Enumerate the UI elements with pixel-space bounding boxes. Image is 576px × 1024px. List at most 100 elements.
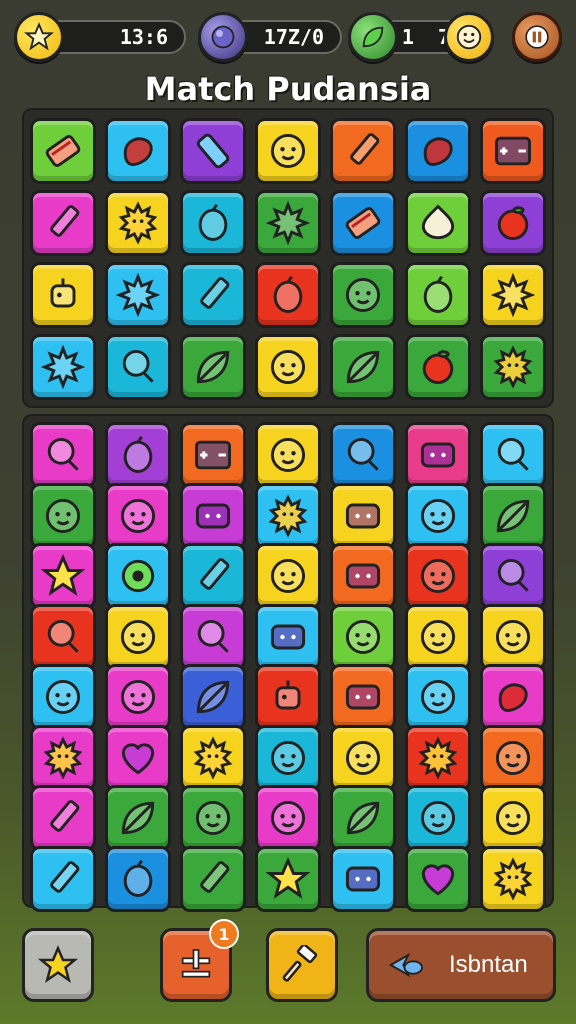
- face-icon: [270, 437, 306, 473]
- tile-face[interactable]: [255, 543, 321, 609]
- tile-face[interactable]: [330, 262, 396, 328]
- tile-face[interactable]: [480, 785, 546, 851]
- tile-box[interactable]: [405, 422, 471, 488]
- tile-face[interactable]: [255, 118, 321, 184]
- tile-leaf[interactable]: [180, 334, 246, 400]
- tile-blob[interactable]: [105, 118, 171, 184]
- tile-face[interactable]: [180, 785, 246, 851]
- tile-lolly[interactable]: [30, 603, 96, 670]
- tile-pencil[interactable]: [30, 190, 96, 256]
- tile-pencil[interactable]: [330, 118, 396, 184]
- tile-pencil[interactable]: [180, 543, 246, 609]
- tile-box[interactable]: [255, 603, 321, 670]
- tile-bacon[interactable]: [330, 190, 396, 256]
- tile-berry[interactable]: [105, 845, 171, 912]
- tile-pencil[interactable]: [30, 785, 96, 851]
- tile-blob[interactable]: [405, 118, 471, 184]
- shuffle-booster-button[interactable]: 1: [160, 919, 239, 1002]
- pencil-icon: [200, 277, 230, 309]
- tile-face[interactable]: [405, 603, 471, 670]
- tile-box[interactable]: [330, 543, 396, 609]
- tile-sun[interactable]: [30, 724, 96, 791]
- tile-lolly[interactable]: [180, 603, 246, 670]
- tile-face[interactable]: [105, 664, 171, 730]
- face-icon: [420, 800, 456, 836]
- tile-face[interactable]: [330, 603, 396, 670]
- tile-lolly[interactable]: [105, 334, 171, 400]
- face-icon: [420, 498, 456, 533]
- tile-face[interactable]: [255, 422, 321, 488]
- tile-lolly[interactable]: [30, 422, 96, 488]
- sun-icon: [43, 735, 83, 780]
- garlic-icon: [421, 204, 455, 240]
- tile-lolly[interactable]: [480, 422, 546, 488]
- tile-splat[interactable]: [30, 334, 96, 400]
- action-button[interactable]: Isbntan: [366, 928, 556, 1002]
- tile-splat[interactable]: [480, 262, 546, 328]
- tile-star[interactable]: [30, 543, 96, 609]
- tile-box[interactable]: [330, 664, 396, 730]
- tile-sun[interactable]: [405, 724, 471, 791]
- console-icon: [195, 440, 231, 470]
- tile-face[interactable]: [105, 482, 171, 549]
- tile-heart[interactable]: [105, 724, 171, 791]
- tile-berry[interactable]: [105, 422, 171, 488]
- tile-lolly[interactable]: [330, 422, 396, 488]
- tile-face[interactable]: [255, 785, 321, 851]
- tile-face[interactable]: [255, 334, 321, 400]
- tile-lolly[interactable]: [480, 543, 546, 609]
- tile-leaf[interactable]: [180, 664, 246, 730]
- tile-eye[interactable]: [105, 543, 171, 609]
- face-icon: [270, 133, 306, 169]
- tile-heart[interactable]: [405, 845, 471, 912]
- pause-button[interactable]: [512, 12, 562, 62]
- tile-face[interactable]: [30, 664, 96, 730]
- tile-leaf[interactable]: [480, 482, 546, 549]
- tile-blob[interactable]: [480, 664, 546, 730]
- tile-face[interactable]: [405, 664, 471, 730]
- tile-berry[interactable]: [180, 190, 246, 256]
- tile-face[interactable]: [405, 785, 471, 851]
- tile-berry[interactable]: [255, 262, 321, 328]
- tile-face[interactable]: [330, 724, 396, 791]
- tile-sun[interactable]: [255, 482, 321, 549]
- tile-sun[interactable]: [180, 724, 246, 791]
- tile-face[interactable]: [480, 724, 546, 791]
- tile-leaf[interactable]: [105, 785, 171, 851]
- tile-face[interactable]: [105, 603, 171, 670]
- tile-berry[interactable]: [405, 262, 471, 328]
- tile-pencil[interactable]: [30, 845, 96, 912]
- tile-leaf[interactable]: [330, 785, 396, 851]
- hammer-booster-button[interactable]: [266, 928, 338, 1002]
- star-booster-button[interactable]: [22, 928, 94, 1002]
- tile-box[interactable]: [330, 845, 396, 912]
- happy-face-icon[interactable]: [444, 12, 494, 62]
- tile-robot[interactable]: [255, 664, 321, 730]
- tile-face[interactable]: [255, 724, 321, 791]
- tile-face[interactable]: [480, 603, 546, 670]
- tile-pencil[interactable]: [180, 845, 246, 912]
- tile-console[interactable]: [480, 118, 546, 184]
- tile-robot[interactable]: [30, 262, 96, 328]
- tile-pencil[interactable]: [180, 262, 246, 328]
- tile-apple[interactable]: [480, 190, 546, 256]
- tile-console[interactable]: [180, 422, 246, 488]
- tile-box[interactable]: [180, 482, 246, 549]
- tile-battery[interactable]: [180, 118, 246, 184]
- tile-bacon[interactable]: [30, 118, 96, 184]
- tile-face[interactable]: [405, 482, 471, 549]
- tile-face[interactable]: [405, 543, 471, 609]
- tile-sun[interactable]: [480, 845, 546, 912]
- berry-icon: [198, 203, 228, 241]
- tile-splat[interactable]: [255, 190, 321, 256]
- tile-box[interactable]: [330, 482, 396, 549]
- tile-leaf[interactable]: [330, 334, 396, 400]
- tile-face[interactable]: [30, 482, 96, 549]
- tile-sun[interactable]: [105, 190, 171, 256]
- tile-sun[interactable]: [480, 334, 546, 400]
- tile-splat[interactable]: [105, 262, 171, 328]
- face-icon: [345, 277, 381, 313]
- tile-garlic[interactable]: [405, 190, 471, 256]
- tile-star[interactable]: [255, 845, 321, 912]
- tile-apple[interactable]: [405, 334, 471, 400]
